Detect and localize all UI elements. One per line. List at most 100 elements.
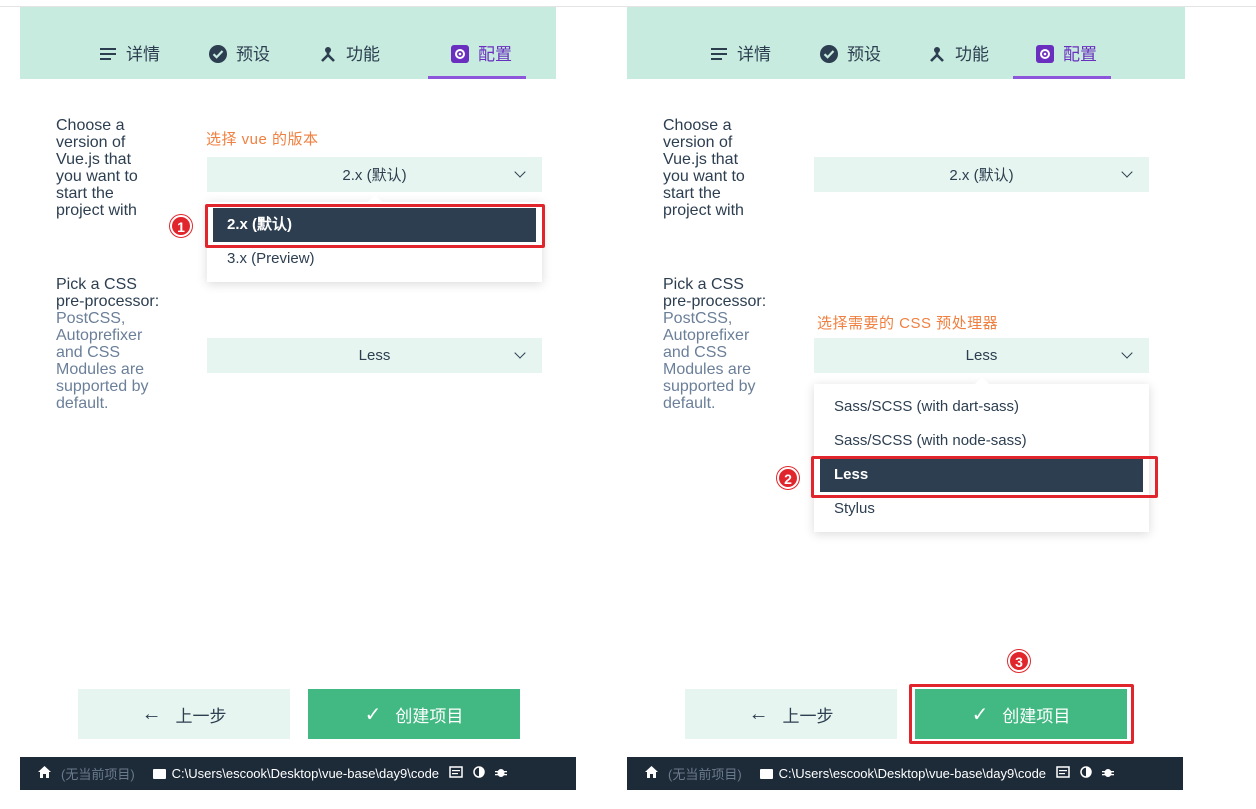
prompt-line: pre-processor:	[56, 293, 160, 310]
prompt-line: supported by	[56, 378, 149, 395]
tab-features[interactable]: 功能	[318, 40, 380, 79]
check-icon: ✓	[971, 703, 989, 726]
prompt-line: Pick a CSS	[663, 276, 744, 293]
tab-bar: 详情 预设 功能 配置	[627, 40, 1185, 79]
prompt-line: Choose a	[663, 117, 732, 134]
prompt-line: Autoprefixer	[663, 327, 750, 344]
prompt-line: Vue.js that	[663, 151, 739, 168]
select-value: Less	[965, 347, 998, 364]
chevron-down-icon	[514, 347, 526, 359]
merge-icon	[927, 44, 947, 64]
vue-version-dropdown: 2.x (默认) 3.x (Preview)	[207, 195, 542, 282]
option-stylus[interactable]: Stylus	[814, 492, 1149, 526]
tab-presets[interactable]: 预设	[208, 40, 270, 79]
vue-version-hint: 选择 vue 的版本	[206, 131, 319, 148]
log-icon[interactable]	[1056, 766, 1070, 781]
tab-configuration[interactable]: 配置	[1013, 40, 1111, 79]
annotation-badge: 3	[1008, 650, 1030, 672]
css-preprocessor-prompt: Pick a CSS pre-processor: PostCSS, Autop…	[663, 276, 793, 412]
prompt-line: Pick a CSS	[56, 276, 137, 293]
prompt-line: default.	[663, 395, 716, 412]
option-sass-node[interactable]: Sass/SCSS (with node-sass)	[814, 424, 1149, 458]
status-bar: (无当前项目) C:\Users\escook\Desktop\vue-base…	[627, 757, 1183, 790]
right-panel: 详情 预设 功能 配置 Choose a version of Vue.js t…	[607, 0, 1185, 790]
css-preprocessor-dropdown: Sass/SCSS (with dart-sass) Sass/SCSS (wi…	[814, 377, 1149, 532]
arrow-left-icon: ←	[141, 702, 162, 725]
prompt-line: project with	[56, 202, 137, 219]
tab-label: 功能	[346, 45, 380, 64]
create-project-button[interactable]: ✓ 创建项目	[915, 689, 1127, 739]
home-icon[interactable]	[645, 766, 658, 781]
theme-toggle-icon[interactable]	[473, 766, 485, 781]
prompt-line: and CSS	[56, 344, 121, 361]
tab-header: 详情 预设 功能 配置	[20, 0, 556, 79]
current-path[interactable]: C:\Users\escook\Desktop\vue-base\day9\co…	[779, 766, 1046, 781]
prompt-line: Choose a	[56, 117, 125, 134]
option-less[interactable]: Less	[820, 458, 1143, 492]
bug-icon[interactable]	[495, 766, 508, 781]
settings-icon	[450, 44, 470, 64]
current-path[interactable]: C:\Users\escook\Desktop\vue-base\day9\co…	[172, 766, 439, 781]
tab-label: 详情	[737, 45, 771, 64]
status-bar: (无当前项目) C:\Users\escook\Desktop\vue-base…	[20, 757, 576, 790]
tab-details[interactable]: 详情	[98, 40, 160, 79]
css-preprocessor-prompt: Pick a CSS pre-processor: PostCSS, Autop…	[56, 276, 186, 412]
prompt-line: version of	[663, 134, 733, 151]
list-icon	[709, 44, 729, 64]
select-value: 2.x (默认)	[949, 167, 1014, 184]
tab-details[interactable]: 详情	[709, 40, 771, 79]
top-divider	[0, 0, 1256, 7]
tab-presets[interactable]: 预设	[819, 40, 881, 79]
option-vue-2[interactable]: 2.x (默认)	[213, 208, 536, 242]
prompt-line: start the	[56, 185, 114, 202]
vue-version-prompt: Choose a version of Vue.js that you want…	[56, 117, 186, 219]
tab-configuration[interactable]: 配置	[428, 40, 526, 79]
create-project-button[interactable]: ✓ 创建项目	[308, 689, 520, 739]
annotation-badge: 2	[777, 467, 799, 489]
prompt-line: you want to	[663, 168, 745, 185]
theme-toggle-icon[interactable]	[1080, 766, 1092, 781]
chevron-down-icon	[1121, 166, 1133, 178]
tab-label: 功能	[955, 45, 989, 64]
previous-step-button[interactable]: ← 上一步	[685, 689, 897, 739]
prompt-line: supported by	[663, 378, 756, 395]
tab-label: 配置	[478, 45, 512, 64]
option-sass-dart[interactable]: Sass/SCSS (with dart-sass)	[814, 390, 1149, 424]
chevron-down-icon	[1121, 347, 1133, 359]
css-preprocessor-select[interactable]: Less	[814, 338, 1149, 373]
prompt-line: start the	[663, 185, 721, 202]
option-vue-3[interactable]: 3.x (Preview)	[207, 246, 542, 274]
vue-version-select[interactable]: 2.x (默认)	[207, 157, 542, 192]
tab-label: 预设	[236, 45, 270, 64]
tab-label: 配置	[1063, 45, 1097, 64]
tab-features[interactable]: 功能	[927, 40, 989, 79]
tab-label: 详情	[126, 45, 160, 64]
css-preprocessor-select[interactable]: Less	[207, 338, 542, 373]
vue-version-select[interactable]: 2.x (默认)	[814, 157, 1149, 192]
home-icon[interactable]	[38, 766, 51, 781]
log-icon[interactable]	[449, 766, 463, 781]
button-label: 上一步	[175, 706, 227, 726]
folder-icon	[759, 768, 773, 779]
css-preprocessor-hint: 选择需要的 CSS 预处理器	[817, 315, 999, 332]
previous-step-button[interactable]: ← 上一步	[78, 689, 290, 739]
tab-header: 详情 预设 功能 配置	[627, 0, 1185, 79]
check-circle-icon	[819, 44, 839, 64]
prompt-line: Modules are	[56, 361, 145, 378]
bug-icon[interactable]	[1102, 766, 1115, 781]
tab-label: 预设	[847, 45, 881, 64]
arrow-left-icon: ←	[748, 702, 769, 725]
chevron-down-icon	[514, 166, 526, 178]
prompt-line: pre-processor:	[663, 293, 767, 310]
no-project-label[interactable]: (无当前项目)	[61, 764, 135, 783]
settings-icon	[1035, 44, 1055, 64]
folder-icon	[152, 768, 166, 779]
no-project-label[interactable]: (无当前项目)	[668, 764, 742, 783]
prompt-line: you want to	[56, 168, 138, 185]
select-value: 2.x (默认)	[342, 167, 407, 184]
check-circle-icon	[208, 44, 228, 64]
prompt-line: Modules are	[663, 361, 752, 378]
prompt-line: Vue.js that	[56, 151, 132, 168]
prompt-line: PostCSS,	[56, 310, 126, 327]
button-label: 上一步	[782, 706, 834, 726]
